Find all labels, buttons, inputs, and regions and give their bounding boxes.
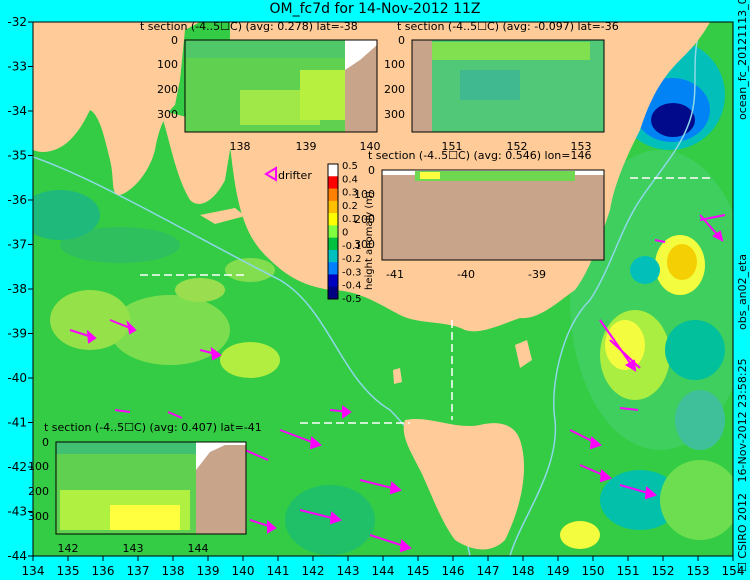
svg-text:144: 144: [188, 542, 209, 555]
lat-tick-label: -38: [7, 282, 27, 296]
lon-tick-label: 142: [302, 564, 325, 578]
svg-text:-41: -41: [386, 268, 404, 281]
svg-text:0: 0: [42, 436, 49, 449]
colorbar-swatch: [328, 213, 338, 226]
svg-text:-39: -39: [528, 268, 546, 281]
lon-tick-label: 140: [232, 564, 255, 578]
colorbar-swatch: [328, 237, 338, 251]
run-id-label: ocean_fc_20121113_024: [736, 0, 749, 120]
lon-tick-label: 137: [127, 564, 150, 578]
lon-tick-label: 144: [372, 564, 395, 578]
colorbar-swatch: [328, 249, 338, 263]
lat-tick-label: -41: [7, 416, 27, 430]
colorbar-tick-label: -0.3: [342, 267, 362, 278]
lon-tick-label: 143: [337, 564, 360, 578]
lon-tick-label: 152: [652, 564, 675, 578]
timestamp-label: ☐ CSIRO 2012 16-Nov-2012 23:58:25: [736, 358, 749, 572]
lat-tick-label: -44: [7, 549, 27, 563]
colorbar-tick-label: 0.2: [342, 201, 358, 212]
colorbar-swatch: [328, 164, 338, 177]
svg-text:300: 300: [28, 510, 49, 523]
longitude-axis: 134 135 136 137 138 139 140 141 142 143 144 145 146 1…: [22, 556, 744, 578]
colorbar-tick-label: -0.4: [342, 281, 362, 292]
lon-tick-label: 147: [477, 564, 500, 578]
inset-title: t section (-4..5☐C) (avg: 0.407) lat=-41: [44, 421, 262, 434]
lat-tick-label: -35: [7, 149, 27, 163]
svg-text:300: 300: [384, 108, 405, 121]
lat-tick-label: -33: [7, 60, 27, 74]
colorbar-tick-label: 0.4: [342, 174, 358, 185]
svg-text:100: 100: [157, 58, 178, 71]
page-title: OM_fc7d for 14-Nov-2012 11Z: [269, 1, 481, 17]
inset-title: t section (-4..5☐C) (avg: 0.546) lon=146: [368, 149, 591, 162]
colorbar-swatch: [328, 176, 338, 190]
lat-tick-label: -43: [7, 505, 27, 519]
colorbar-tick-label: -0.5: [342, 294, 362, 305]
svg-text:0: 0: [368, 164, 375, 177]
inset-title: t section (-4..5☐C) (avg: -0.097) lat=-3…: [397, 20, 619, 33]
svg-text:300: 300: [157, 108, 178, 121]
svg-text:142: 142: [58, 542, 79, 555]
colorbar-tick-label: 0: [342, 228, 348, 239]
colorbar-swatch: [328, 200, 338, 214]
inset-title: t section (-4..5☐C) (avg: 0.278) lat=-38: [140, 20, 358, 33]
svg-text:0: 0: [171, 34, 178, 47]
colorbar-title: height anomaly (m): [364, 191, 375, 290]
obs-id-label: obs_an02_eta: [736, 254, 749, 330]
lat-tick-label: -37: [7, 238, 27, 252]
colorbar-tick-label: -0.2: [342, 254, 362, 265]
lon-tick-label: 136: [92, 564, 115, 578]
lon-tick-label: 134: [22, 564, 45, 578]
lon-tick-label: 135: [57, 564, 80, 578]
svg-text:143: 143: [123, 542, 144, 555]
lat-tick-label: -40: [7, 371, 27, 385]
map-figure: 134 135 136 137 138 139 140 141 142 143 144 145 146 1…: [7, 15, 744, 578]
colorbar-swatch: [328, 225, 338, 239]
lon-tick-label: 151: [617, 564, 640, 578]
svg-text:200: 200: [157, 83, 178, 96]
drifter-legend-label: drifter: [278, 169, 312, 182]
lon-tick-label: 153: [687, 564, 710, 578]
lat-tick-label: -36: [7, 193, 27, 207]
svg-text:100: 100: [28, 460, 49, 473]
lon-tick-label: 149: [547, 564, 570, 578]
colorbar-tick-label: -0.1: [342, 241, 362, 252]
svg-text:0: 0: [398, 34, 405, 47]
colorbar-swatch: [328, 274, 338, 288]
colorbar-swatch: [328, 286, 338, 300]
colorbar-swatch: [328, 188, 338, 202]
colorbar-tick-label: 0.3: [342, 188, 358, 199]
svg-text:138: 138: [230, 140, 251, 153]
colorbar-tick-label: 0.5: [342, 161, 358, 172]
svg-text:200: 200: [28, 485, 49, 498]
latitude-axis: -32-33-34-35-36-37-38-39-40-41-42-43-44: [7, 15, 33, 563]
lon-tick-label: 141: [267, 564, 290, 578]
svg-text:-40: -40: [457, 268, 475, 281]
lat-tick-label: -39: [7, 327, 27, 341]
lon-tick-label: 146: [442, 564, 465, 578]
lon-tick-label: 139: [197, 564, 220, 578]
svg-text:100: 100: [384, 58, 405, 71]
lat-tick-label: -42: [7, 460, 27, 474]
lat-tick-label: -34: [7, 104, 27, 118]
lon-tick-label: 150: [582, 564, 605, 578]
svg-text:200: 200: [384, 83, 405, 96]
colorbar-swatch: [328, 262, 338, 275]
run-timestamp: 16-Nov-2012 23:58:25: [736, 358, 749, 483]
svg-text:139: 139: [296, 140, 317, 153]
lon-tick-label: 145: [407, 564, 430, 578]
copyright: ☐ CSIRO 2012: [736, 492, 749, 572]
lon-tick-label: 148: [512, 564, 535, 578]
colorbar-tick-label: 0.1: [342, 214, 358, 225]
lon-tick-label: 138: [162, 564, 185, 578]
